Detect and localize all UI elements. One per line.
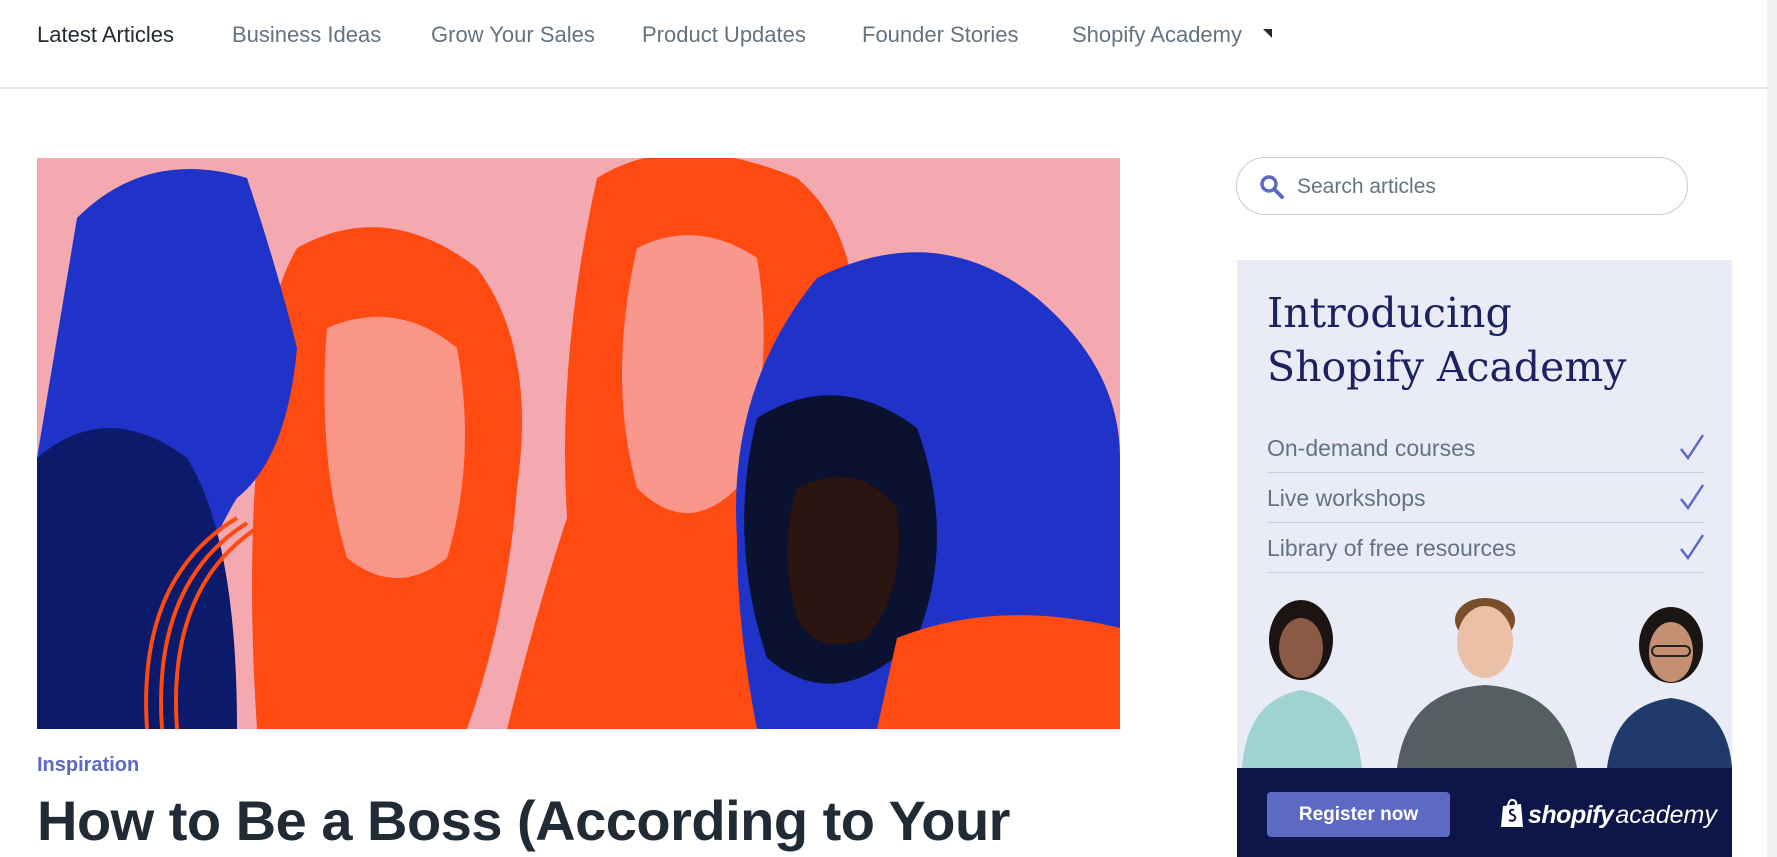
nav-latest-articles[interactable]: Latest Articles: [37, 22, 174, 48]
hero-illustration: [37, 158, 1120, 729]
ad-feature-label: Live workshops: [1267, 485, 1426, 511]
ad-feature-list: On-demand courses Live workshops Library…: [1267, 423, 1705, 573]
ad-feature-item: Live workshops: [1267, 473, 1705, 523]
checkmark-icon: [1679, 433, 1705, 466]
brand-sub: academy: [1615, 801, 1717, 829]
ad-feature-item: On-demand courses: [1267, 423, 1705, 473]
caret-icon[interactable]: [1263, 29, 1272, 38]
article-title[interactable]: How to Be a Boss (According to Your: [37, 788, 1010, 853]
nav-grow-your-sales[interactable]: Grow Your Sales: [431, 22, 595, 48]
nav-product-updates[interactable]: Product Updates: [642, 22, 806, 48]
ad-feature-label: Library of free resources: [1267, 535, 1517, 561]
ad-title: Introducing Shopify Academy: [1267, 286, 1707, 394]
nav-shopify-academy[interactable]: Shopify Academy: [1072, 22, 1242, 48]
ad-feature-item: Library of free resources: [1267, 523, 1705, 573]
page-scrollbar[interactable]: [1767, 0, 1777, 857]
ad-footer: Register now shopify academy: [1237, 768, 1732, 857]
checkmark-icon: [1679, 483, 1705, 516]
brand-word: shopify: [1528, 801, 1614, 829]
ad-feature-label: On-demand courses: [1267, 435, 1476, 461]
academy-ad[interactable]: Introducing Shopify Academy On-demand co…: [1237, 260, 1732, 857]
ad-instructors-photo: [1237, 590, 1732, 768]
shopify-bag-icon: [1500, 798, 1524, 833]
ad-title-line-1: Introducing: [1267, 289, 1512, 337]
register-now-button[interactable]: Register now: [1267, 792, 1450, 837]
hero-image[interactable]: [37, 158, 1120, 729]
shopify-academy-logo: shopify academy: [1500, 798, 1717, 833]
search-icon[interactable]: [1259, 174, 1285, 205]
top-navigation: Latest Articles Business Ideas Grow Your…: [0, 0, 1777, 89]
search-input[interactable]: [1295, 168, 1669, 206]
checkmark-icon: [1679, 533, 1705, 566]
article-category-link[interactable]: Inspiration: [37, 754, 139, 777]
nav-founder-stories[interactable]: Founder Stories: [862, 22, 1019, 48]
nav-business-ideas[interactable]: Business Ideas: [232, 22, 381, 48]
ad-title-line-2: Shopify Academy: [1267, 343, 1627, 391]
search-box[interactable]: [1236, 157, 1688, 215]
